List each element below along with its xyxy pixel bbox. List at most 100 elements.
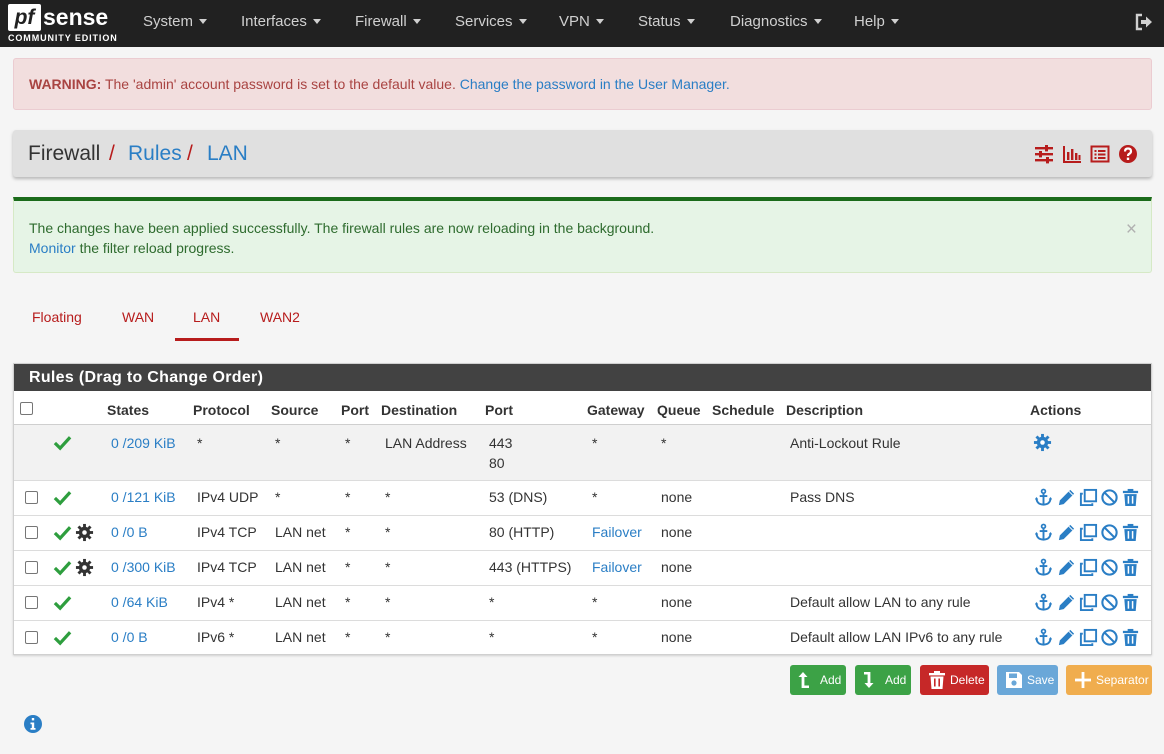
nav-vpn[interactable]: VPN [559,13,604,30]
rule-select-checkbox[interactable] [25,526,38,539]
anchor-icon[interactable] [1034,593,1053,612]
rule-states-link[interactable]: 0 /64 KiB [111,594,168,610]
rule-select-checkbox[interactable] [25,596,38,609]
rule-states-link[interactable]: 0 /300 KiB [111,559,176,575]
anchor-icon[interactable] [1034,558,1053,577]
rule-source: LAN net [275,559,326,575]
pfsense-logo[interactable]: pf sense COMMUNITY EDITION [8,4,118,44]
rule-states-link[interactable]: 0 /0 B [111,524,148,540]
nav-services[interactable]: Services [455,13,527,30]
rule-gateway-link[interactable]: Failover [592,559,642,575]
caret-down-icon [312,19,321,24]
change-password-link[interactable]: Change the password in the User Manager. [460,76,730,92]
rule-states-link[interactable]: 0 /121 KiB [111,489,176,505]
table-row[interactable]: 0 /0 B IPv4 TCP LAN net * * 80 (HTTP) Failover… [14,364,1151,656]
tab-wan[interactable]: WAN [122,309,154,325]
ban-icon[interactable] [1100,558,1119,577]
warning-text: The 'admin' account password is set to t… [104,76,456,92]
rule-states-link[interactable]: 0 /0 B [111,629,148,645]
add-rule-top-button[interactable]: Add [790,665,846,695]
pencil-icon[interactable] [1057,593,1076,612]
table-row[interactable]: 0 /64 KiB IPv4 * LAN net * * * * none Default al… [14,364,1151,656]
row-divider [14,655,1151,656]
anchor-icon[interactable] [1034,488,1053,507]
clone-icon[interactable] [1079,523,1098,542]
rule-dest-port: * [489,629,495,645]
rule-queue: none [661,629,693,645]
active-tab-indicator [175,338,239,341]
sliders-icon[interactable] [1034,144,1054,164]
save-order-button[interactable]: Save [997,665,1058,695]
rule-protocol: IPv4 TCP [197,559,257,575]
warning-label: WARNING: [29,76,102,92]
tab-floating[interactable]: Floating [32,309,82,325]
rule-states-link[interactable]: 0 /209 KiB [111,435,176,451]
gear-icon[interactable] [1033,433,1052,452]
nav-firewall[interactable]: Firewall [355,13,421,30]
pencil-icon[interactable] [1057,558,1076,577]
info-circle-icon[interactable] [23,714,43,734]
success-message-line1: The changes have been applied successful… [29,220,655,236]
table-row[interactable]: 0 /121 KiB IPv4 UDP * * * 53 (DNS) * none Pass D… [14,364,1151,656]
trash-icon[interactable] [1121,628,1140,647]
nav-label: Status [638,13,681,30]
add-rule-bottom-button[interactable]: Add [855,665,911,695]
delete-rules-button[interactable]: Delete [920,665,989,695]
select-all-checkbox[interactable] [20,402,33,415]
ban-icon[interactable] [1100,488,1119,507]
clone-icon[interactable] [1079,558,1098,577]
ban-icon[interactable] [1100,628,1119,647]
question-circle-icon[interactable] [1118,144,1138,164]
rule-select-checkbox[interactable] [25,491,38,504]
pencil-icon[interactable] [1057,523,1076,542]
top-navbar: pf sense COMMUNITY EDITION System Interf… [0,0,1164,47]
logo-pf-box: pf [8,4,41,31]
gear-icon[interactable] [75,523,94,542]
nav-help[interactable]: Help [854,13,899,30]
table-row[interactable]: 0 /0 B IPv6 * LAN net * * * * none Default allow… [14,364,1151,656]
clone-icon[interactable] [1079,628,1098,647]
anchor-icon[interactable] [1034,628,1053,647]
nav-status[interactable]: Status [638,13,695,30]
breadcrumb-rules[interactable]: Rules [128,142,182,166]
close-icon[interactable]: × [1126,220,1137,239]
tab-lan[interactable]: LAN [193,309,220,325]
sign-out-icon[interactable] [1134,12,1154,32]
monitor-link[interactable]: Monitor [29,240,76,256]
clone-icon[interactable] [1079,593,1098,612]
trash-icon[interactable] [1121,488,1140,507]
rule-description: Pass DNS [790,489,855,505]
rule-gateway-link[interactable]: Failover [592,524,642,540]
nav-label: System [143,13,194,30]
rule-queue: none [661,559,693,575]
tab-wan2[interactable]: WAN2 [260,309,300,325]
add-rule-bottom-label: Add [885,673,907,687]
nav-diagnostics[interactable]: Diagnostics [730,13,822,30]
gear-icon[interactable] [75,558,94,577]
breadcrumb-lan[interactable]: LAN [207,142,248,166]
caret-down-icon [199,19,208,24]
trash-icon[interactable] [1121,523,1140,542]
rule-select-checkbox[interactable] [25,561,38,574]
table-row[interactable]: 0 /300 KiB IPv4 TCP LAN net * * 443 (HTTPS) Fa… [14,364,1151,656]
table-row[interactable]: 0 /209 KiB * * * LAN Address 443 80 * * Anti-Lock… [14,364,1151,656]
logo-sense-text: sense [43,4,109,30]
caret-down-icon [813,19,822,24]
trash-icon[interactable] [1121,593,1140,612]
list-alt-icon[interactable] [1090,144,1110,164]
add-separator-button[interactable]: Separator [1066,665,1152,695]
rule-select-checkbox[interactable] [25,631,38,644]
bar-chart-icon[interactable] [1062,144,1082,164]
pencil-icon[interactable] [1057,628,1076,647]
ban-icon[interactable] [1100,523,1119,542]
rule-source-port: * [345,629,351,645]
ban-icon[interactable] [1100,593,1119,612]
clone-icon[interactable] [1079,488,1098,507]
caret-down-icon [686,19,695,24]
nav-system[interactable]: System [143,13,208,30]
nav-interfaces[interactable]: Interfaces [241,13,321,30]
pencil-icon[interactable] [1057,488,1076,507]
trash-icon[interactable] [1121,558,1140,577]
save-icon [1006,672,1022,688]
anchor-icon[interactable] [1034,523,1053,542]
